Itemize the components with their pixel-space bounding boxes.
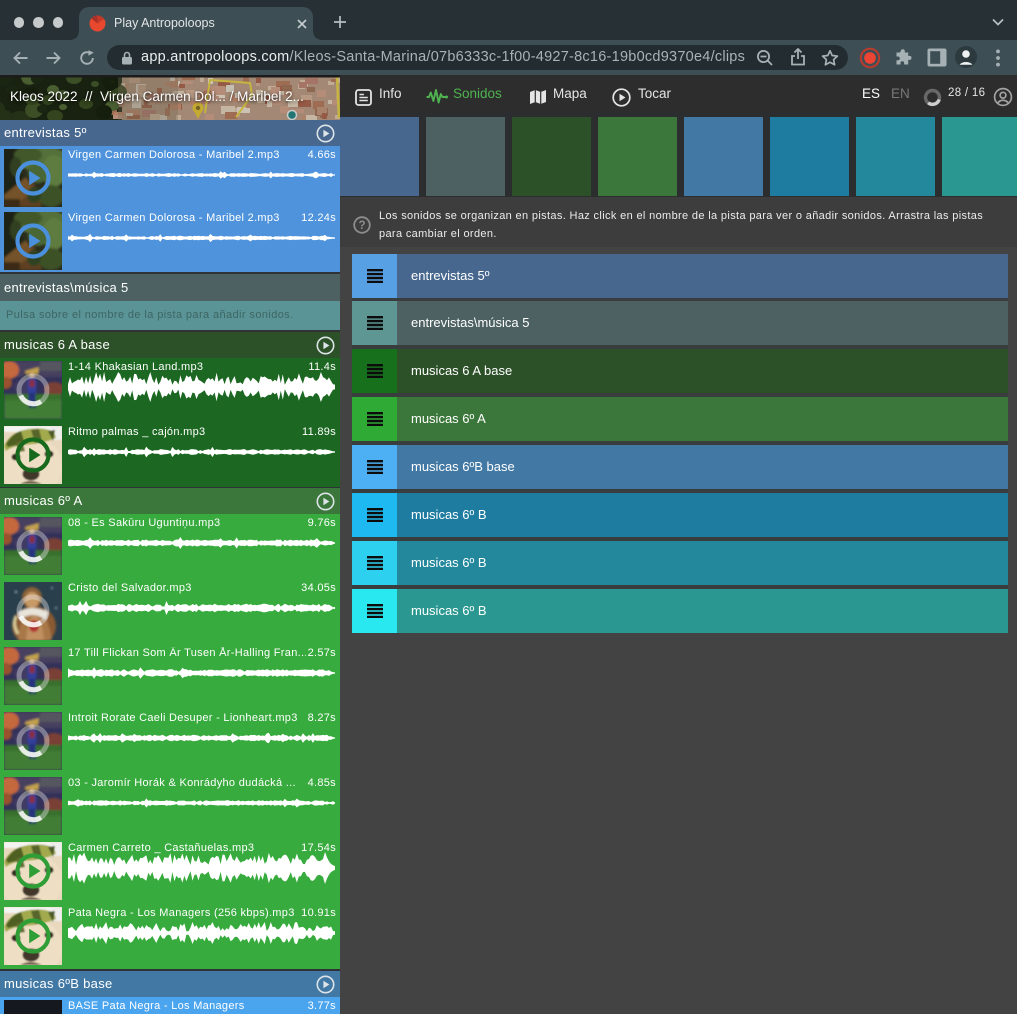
svg-text:?: ? — [358, 220, 365, 232]
